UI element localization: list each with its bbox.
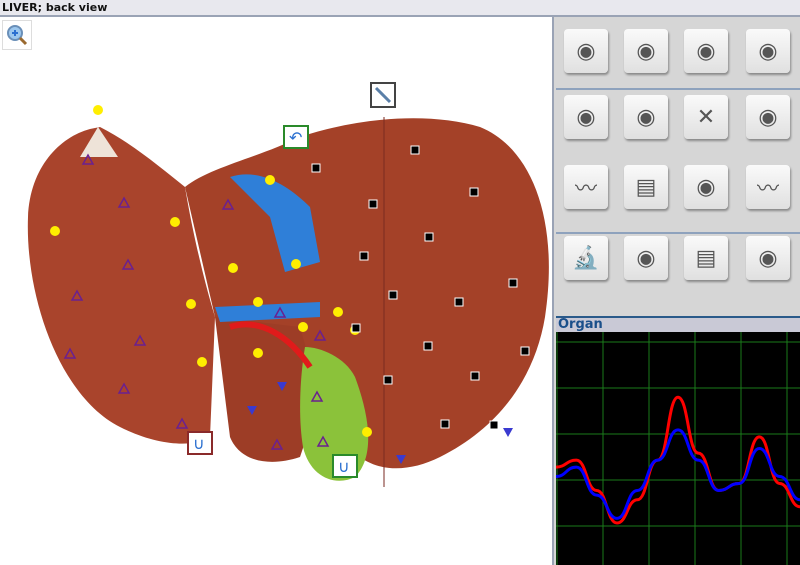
square-marker[interactable]: [454, 297, 464, 307]
hexagon-marker[interactable]: [197, 357, 207, 367]
square-marker[interactable]: [508, 278, 518, 288]
notes-button[interactable]: ▤: [684, 236, 728, 280]
inverted-triangle-marker[interactable]: [503, 428, 513, 437]
close-icon: ✕: [696, 104, 716, 130]
square-marker[interactable]: [351, 323, 361, 333]
svg-text:↶: ↶: [289, 128, 302, 147]
magnet-search-button[interactable]: ◉: [624, 236, 668, 280]
navigate-button[interactable]: ◉: [564, 29, 608, 73]
square-marker[interactable]: [470, 371, 480, 381]
hexagon-marker[interactable]: [50, 226, 60, 236]
hexagon-marker[interactable]: [253, 297, 263, 307]
liver-left-lobe: [27, 127, 215, 444]
organ-cells-button[interactable]: ◉: [746, 29, 790, 73]
close-button[interactable]: ✕: [684, 95, 728, 139]
square-marker[interactable]: [440, 419, 450, 429]
hexagon-cells-icon: ◉: [758, 104, 778, 130]
svg-text:∪: ∪: [193, 434, 205, 453]
liver-illustration[interactable]: ↶ ∪ ∪: [0, 17, 554, 565]
organ-cut-open-button[interactable]: ◉: [624, 29, 668, 73]
hexagon-marker[interactable]: [253, 348, 263, 358]
organ-panel-header: Organ: [556, 316, 800, 332]
square-marker[interactable]: [424, 232, 434, 242]
navigate-icon: ◉: [576, 38, 596, 64]
square-marker[interactable]: [383, 375, 393, 385]
square-marker[interactable]: [359, 251, 369, 261]
square-marker[interactable]: [423, 341, 433, 351]
hexagon-marker[interactable]: [362, 427, 372, 437]
organ-cut-open-alt-button[interactable]: ◉: [684, 29, 728, 73]
square-marker[interactable]: [469, 187, 479, 197]
heart-atlas-icon: ◉: [758, 245, 778, 271]
spectrum-chart-icon: 〰: [756, 177, 779, 202]
square-marker[interactable]: [410, 145, 420, 155]
magnet-search-icon: ◉: [636, 245, 656, 271]
spectrum-search-icon: 〰: [574, 177, 597, 202]
square-marker[interactable]: [388, 290, 398, 300]
hexagon-marker[interactable]: [265, 175, 275, 185]
hexagon-cells-button[interactable]: ◉: [746, 95, 790, 139]
microscope-icon: 🔬: [572, 245, 600, 271]
square-marker[interactable]: [311, 163, 321, 173]
zoom-in-button[interactable]: [2, 20, 32, 50]
hexagon-marker[interactable]: [186, 299, 196, 309]
square-marker[interactable]: [489, 420, 499, 430]
zoom-in-icon: [7, 25, 28, 46]
heart-atlas-button[interactable]: ◉: [746, 236, 790, 280]
measure-button[interactable]: ◉: [564, 95, 608, 139]
square-marker[interactable]: [368, 199, 378, 209]
hexagon-marker[interactable]: [291, 259, 301, 269]
spectrum-search-button[interactable]: 〰: [564, 165, 608, 209]
series-line-red: [556, 395, 800, 525]
measure-icon: ◉: [576, 104, 596, 130]
square-marker[interactable]: [520, 346, 530, 356]
hexagon-marker[interactable]: [333, 307, 343, 317]
notes-icon: ▤: [695, 245, 717, 271]
organ-cells-icon: ◉: [758, 38, 778, 64]
tool-panel: ◉ ◉ ◉ ◉ ◉ ◉ ✕ ◉ 〰 ▤ ◉ 〰 🔬 ◉ ▤ ◉: [556, 17, 800, 315]
hexagon-marker[interactable]: [228, 263, 238, 273]
hexagon-marker[interactable]: [93, 105, 103, 115]
tissue-points-icon: ◉: [636, 104, 656, 130]
organ-tree-button[interactable]: ◉: [684, 165, 728, 209]
compare-reports-button[interactable]: ▤: [624, 165, 668, 209]
window-title: LIVER; back view: [0, 0, 800, 17]
organ-tree-icon: ◉: [696, 174, 716, 200]
spectrum-chart-button[interactable]: 〰: [746, 165, 790, 209]
organ-spectrum-chart: [556, 332, 800, 565]
hexagon-marker[interactable]: [170, 217, 180, 227]
svg-text:∪: ∪: [338, 457, 350, 476]
compare-reports-icon: ▤: [635, 174, 657, 200]
hexagon-marker[interactable]: [298, 322, 308, 332]
microscope-button[interactable]: 🔬: [564, 236, 608, 280]
organ-cut-open-alt-icon: ◉: [696, 38, 716, 64]
tissue-points-button[interactable]: ◉: [624, 95, 668, 139]
organ-view[interactable]: ↶ ∪ ∪: [0, 17, 554, 565]
organ-cut-open-icon: ◉: [636, 38, 656, 64]
